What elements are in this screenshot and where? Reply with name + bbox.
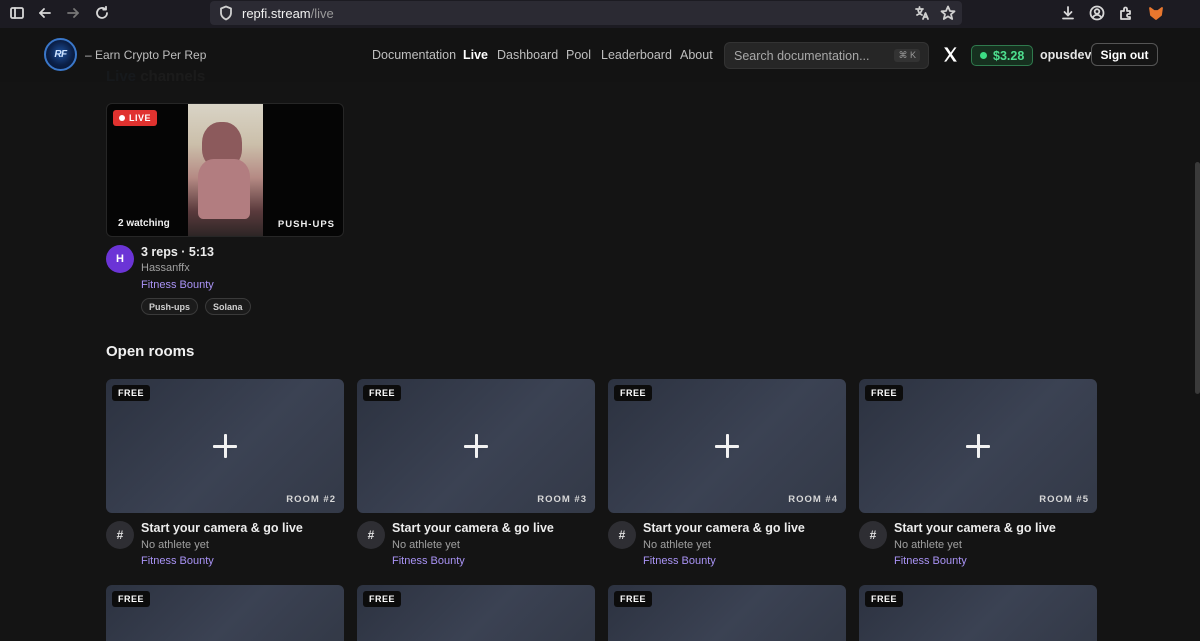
site-logo[interactable]: RF <box>44 38 77 71</box>
free-badge: FREE <box>865 385 904 401</box>
free-badge: FREE <box>112 385 151 401</box>
address-bar[interactable]: repfi.stream/live <box>210 1 962 25</box>
nav-pool[interactable]: Pool <box>566 48 591 62</box>
wallet-balance[interactable]: $3.28 <box>971 45 1034 66</box>
room-subtitle: No athlete yet <box>894 539 962 551</box>
room-card[interactable]: FREE ROOM #2 <box>106 379 344 513</box>
extensions-icon[interactable] <box>1117 4 1135 22</box>
search-input[interactable] <box>734 48 884 63</box>
search-box[interactable]: ⌘ K <box>724 42 929 69</box>
free-badge: FREE <box>614 591 653 607</box>
channel-stats[interactable]: 3 reps · 5:13 <box>141 245 214 259</box>
url-path: /live <box>310 5 334 21</box>
room-avatar: # <box>357 521 385 549</box>
free-badge: FREE <box>614 385 653 401</box>
username[interactable]: opusdev <box>1040 48 1091 62</box>
live-dot-icon <box>119 115 125 121</box>
room-subtitle: No athlete yet <box>643 539 711 551</box>
nav-leaderboard[interactable]: Leaderboard <box>601 48 672 62</box>
status-dot-icon <box>980 52 987 59</box>
bounty-link[interactable]: Fitness Bounty <box>392 555 465 567</box>
room-card[interactable]: FREE ROOM #5 <box>859 379 1097 513</box>
site-header: RF – Earn Crypto Per Rep Documentation L… <box>0 28 1200 82</box>
reload-icon[interactable] <box>93 4 111 22</box>
page-scrollbar[interactable] <box>1195 162 1200 394</box>
room-subtitle: No athlete yet <box>392 539 460 551</box>
url-host: repfi.stream <box>242 5 311 21</box>
free-badge: FREE <box>363 385 402 401</box>
room-number: ROOM #5 <box>1039 494 1089 505</box>
live-badge: LIVE <box>113 110 158 126</box>
bounty-link[interactable]: Fitness Bounty <box>894 555 967 567</box>
room-avatar: # <box>106 521 134 549</box>
free-badge: FREE <box>363 591 402 607</box>
tag-chip[interactable]: Push-ups <box>141 298 199 315</box>
room-card[interactable]: FREE ROOM #3 <box>357 379 595 513</box>
room-number: ROOM #3 <box>537 494 587 505</box>
account-icon[interactable] <box>1088 4 1106 22</box>
sign-out-button[interactable]: Sign out <box>1091 43 1158 66</box>
room-title[interactable]: Start your camera & go live <box>141 521 303 535</box>
nav-documentation[interactable]: Documentation <box>372 48 456 62</box>
bounty-link[interactable]: Fitness Bounty <box>643 555 716 567</box>
search-shortcut: ⌘ K <box>894 49 920 62</box>
back-icon[interactable] <box>36 4 54 22</box>
free-badge: FREE <box>865 591 904 607</box>
room-card[interactable]: FREE <box>357 585 595 641</box>
x-social-icon[interactable] <box>942 46 959 63</box>
plus-icon[interactable] <box>715 434 739 458</box>
nav-live[interactable]: Live <box>463 48 488 62</box>
room-subtitle: No athlete yet <box>141 539 209 551</box>
room-title[interactable]: Start your camera & go live <box>643 521 805 535</box>
browser-toolbar: repfi.stream/live <box>0 0 1200 28</box>
free-badge: FREE <box>112 591 151 607</box>
tag-chip[interactable]: Solana <box>205 298 251 315</box>
fox-extension-icon[interactable] <box>1147 4 1165 22</box>
room-number: ROOM #2 <box>286 494 336 505</box>
room-avatar: # <box>608 521 636 549</box>
open-rooms-title: Open rooms <box>106 343 195 360</box>
room-card[interactable]: FREE ROOM #4 <box>608 379 846 513</box>
shield-icon <box>218 5 234 21</box>
viewer-count: 2 watching <box>118 218 170 229</box>
bounty-link[interactable]: Fitness Bounty <box>141 555 214 567</box>
room-avatar: # <box>859 521 887 549</box>
sidebar-toggle-icon[interactable] <box>8 4 26 22</box>
plus-icon[interactable] <box>213 434 237 458</box>
room-card[interactable]: FREE <box>106 585 344 641</box>
room-number: ROOM #4 <box>788 494 838 505</box>
athlete-name[interactable]: Hassanffx <box>141 262 190 274</box>
avatar[interactable]: H <box>106 245 134 273</box>
exercise-label: PUSH-UPS <box>277 219 335 230</box>
site-tagline: – Earn Crypto Per Rep <box>85 48 207 62</box>
live-channel-card[interactable]: LIVE 2 watching PUSH-UPS <box>106 103 344 237</box>
room-title[interactable]: Start your camera & go live <box>894 521 1056 535</box>
nav-dashboard[interactable]: Dashboard <box>497 48 558 62</box>
bounty-link[interactable]: Fitness Bounty <box>141 279 214 291</box>
bookmark-star-icon[interactable] <box>940 5 956 26</box>
nav-about[interactable]: About <box>680 48 713 62</box>
download-icon[interactable] <box>1059 4 1077 22</box>
room-card[interactable]: FREE <box>859 585 1097 641</box>
room-title[interactable]: Start your camera & go live <box>392 521 554 535</box>
room-card[interactable]: FREE <box>608 585 846 641</box>
forward-icon[interactable] <box>64 4 82 22</box>
translate-icon[interactable] <box>914 5 930 26</box>
plus-icon[interactable] <box>464 434 488 458</box>
live-video-preview <box>188 104 263 236</box>
plus-icon[interactable] <box>966 434 990 458</box>
